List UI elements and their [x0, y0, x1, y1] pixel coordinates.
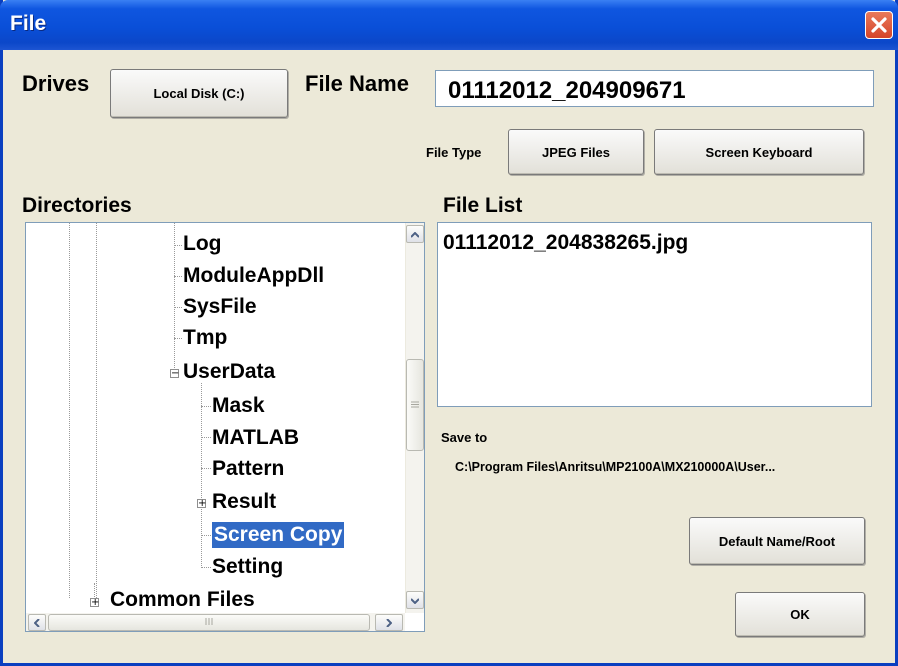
vertical-scroll-thumb[interactable]: [406, 359, 424, 451]
chevron-down-icon: [410, 591, 420, 609]
tree-branch-line: [201, 406, 211, 407]
tree-item-label: Screen Copy: [214, 523, 343, 546]
tree-item-screen-copy[interactable]: Screen Copy: [212, 522, 345, 548]
horizontal-scroll-thumb[interactable]: [48, 614, 370, 631]
tree-item-label: Pattern: [212, 457, 285, 480]
tree-item-sysfile[interactable]: SysFile: [183, 294, 257, 320]
file-list[interactable]: 01112012_204838265.jpg: [437, 222, 872, 407]
tree-branch-line: [174, 245, 182, 246]
tree-item-label: Mask: [212, 394, 265, 417]
drives-label: Drives: [22, 71, 90, 96]
tree-item-setting[interactable]: Setting: [212, 554, 283, 580]
scroll-up-button[interactable]: [406, 225, 424, 243]
tree-item-moduleappdll[interactable]: ModuleAppDll: [183, 263, 324, 289]
tree-item-label: SysFile: [183, 295, 257, 318]
tree-guide-line: [96, 223, 97, 598]
drives-button-label: Local Disk (C:): [153, 86, 245, 101]
ok-button-label: OK: [790, 607, 810, 622]
scroll-down-button[interactable]: [406, 591, 424, 609]
scroll-left-button[interactable]: [28, 614, 46, 631]
tree-item-label: MATLAB: [212, 426, 300, 449]
file-dialog: File Drives Local Disk (C:) File Name 01…: [0, 0, 898, 666]
tree-item-log[interactable]: Log: [183, 231, 221, 257]
tree-item-label: Common Files: [110, 588, 255, 611]
drives-button[interactable]: Local Disk (C:): [110, 69, 288, 118]
tree-item-label: Result: [212, 490, 277, 513]
chevron-up-icon: [410, 225, 420, 243]
chevron-right-icon: [386, 614, 393, 632]
tree-item-userdata[interactable]: UserData: [183, 359, 275, 385]
title-bar[interactable]: File: [0, 0, 898, 50]
file-name-value: 01112012_204909671: [448, 77, 686, 104]
save-to-label: Save to: [441, 430, 488, 445]
tree-item-mask[interactable]: Mask: [212, 393, 265, 419]
tree-branch-line: [201, 437, 211, 438]
tree-item-label: UserData: [183, 360, 276, 383]
tree-item-label: Tmp: [183, 326, 228, 349]
expand-plus-icon[interactable]: +: [197, 499, 206, 509]
tree-item-label: Setting: [212, 555, 284, 578]
tree-branch-line: [174, 307, 182, 308]
grip-lines-icon: [205, 617, 213, 628]
file-name-label: File Name: [305, 71, 409, 96]
tree-branch-line: [174, 338, 182, 339]
tree-item-label: Log: [183, 232, 222, 255]
directory-tree[interactable]: Log ModuleAppDll SysFile Tmp − UserData …: [25, 222, 425, 632]
grip-lines-icon: [411, 400, 419, 411]
tree-branch-line: [201, 468, 211, 469]
file-type-button-label: JPEG Files: [542, 144, 610, 160]
close-button[interactable]: [865, 11, 893, 39]
ok-button[interactable]: OK: [735, 592, 865, 637]
default-name-root-button-label: Default Name/Root: [718, 533, 836, 549]
tree-item-matlab[interactable]: MATLAB: [212, 425, 299, 451]
file-type-button[interactable]: JPEG Files: [508, 129, 644, 175]
screen-keyboard-button[interactable]: Screen Keyboard: [654, 129, 864, 175]
chevron-left-icon: [33, 614, 40, 632]
tree-item-pattern[interactable]: Pattern: [212, 456, 284, 482]
tree-item-common-files[interactable]: Common Files: [110, 587, 255, 613]
file-type-label: File Type: [426, 145, 482, 160]
tree-guide-line: [69, 223, 70, 598]
tree-item-label: ModuleAppDll: [183, 264, 325, 287]
tree-branch-line: [174, 276, 182, 277]
default-name-root-button[interactable]: Default Name/Root: [689, 517, 865, 565]
save-to-path: C:\Program Files\Anritsu\MP2100A\MX21000…: [455, 460, 776, 474]
file-name-input[interactable]: 01112012_204909671: [435, 70, 874, 107]
file-list-item-label: 01112012_204838265.jpg: [443, 231, 689, 254]
tree-branch-line: [201, 567, 211, 568]
tree-item-result[interactable]: Result: [212, 489, 276, 515]
file-list-label: File List: [443, 194, 523, 217]
screen-keyboard-button-label: Screen Keyboard: [705, 144, 813, 160]
expand-plus-icon[interactable]: +: [90, 598, 99, 608]
window-title: File: [10, 12, 47, 35]
collapse-minus-icon[interactable]: −: [170, 369, 179, 379]
tree-item-tmp[interactable]: Tmp: [183, 325, 227, 351]
file-list-item[interactable]: 01112012_204838265.jpg: [443, 231, 688, 255]
directories-label: Directories: [22, 194, 132, 217]
scroll-right-button[interactable]: [375, 614, 403, 631]
tree-guide-line: [201, 383, 202, 568]
